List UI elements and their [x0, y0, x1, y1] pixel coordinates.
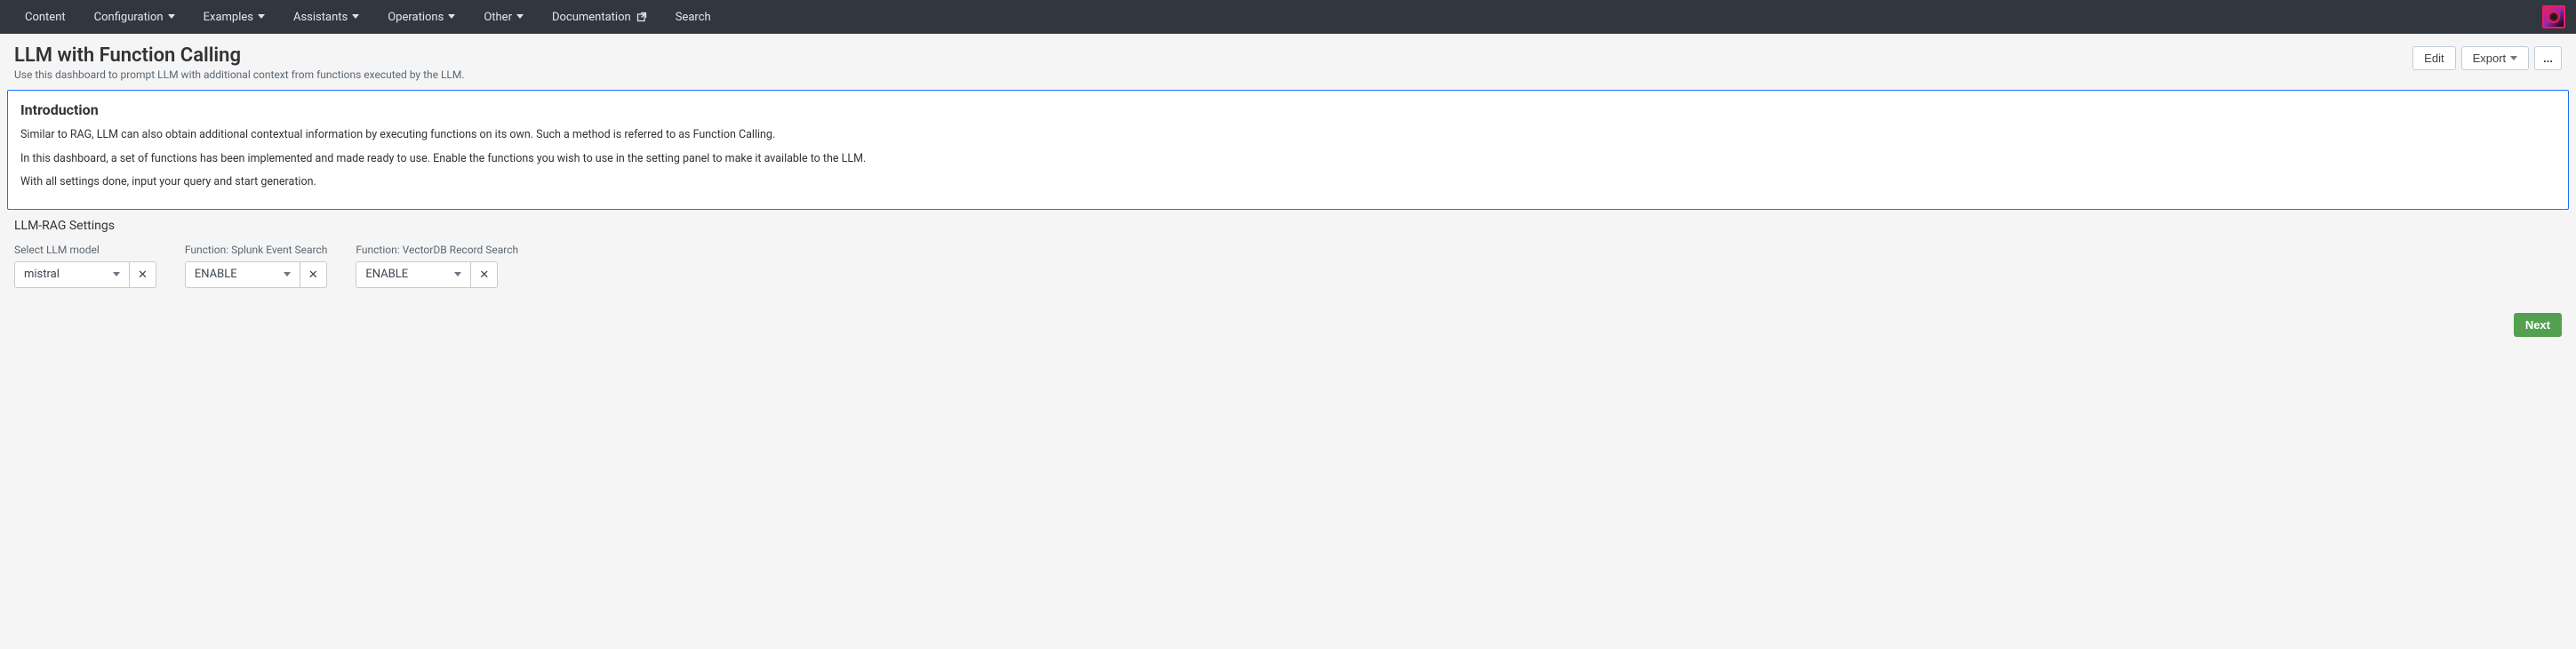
- control-label: Function: Splunk Event Search: [185, 244, 327, 256]
- settings-title: LLM-RAG Settings: [14, 219, 2562, 233]
- nav-label: Examples: [204, 11, 253, 24]
- header-left: LLM with Function Calling Use this dashb…: [14, 44, 2412, 81]
- nav-item-documentation[interactable]: Documentation: [538, 0, 661, 34]
- page-header: LLM with Function Calling Use this dashb…: [0, 34, 2576, 90]
- chevron-down-icon: [113, 272, 120, 277]
- nav-item-other[interactable]: Other: [469, 0, 538, 34]
- nav-items: Content Configuration Examples Assistant…: [11, 0, 725, 34]
- dropdown-value: ENABLE: [195, 268, 237, 281]
- nav-label: Documentation: [552, 11, 631, 24]
- control-label: Select LLM model: [14, 244, 156, 256]
- header-actions: Edit Export ...: [2412, 46, 2562, 70]
- dropdown-combo: ENABLE ✕: [185, 261, 327, 288]
- button-label: Edit: [2424, 52, 2444, 65]
- nav-label: Content: [25, 11, 66, 24]
- dropdown-combo: ENABLE ✕: [356, 261, 518, 288]
- settings-section: LLM-RAG Settings Select LLM model mistra…: [0, 210, 2576, 295]
- chevron-down-icon: [258, 14, 265, 20]
- chevron-down-icon: [284, 272, 291, 277]
- control-function-vectordb-record-search: Function: VectorDB Record Search ENABLE …: [356, 244, 518, 288]
- nav-label: Configuration: [94, 11, 164, 24]
- intro-title: Introduction: [20, 101, 2556, 118]
- clear-button[interactable]: ✕: [130, 261, 156, 288]
- nav-item-assistants[interactable]: Assistants: [279, 0, 373, 34]
- dropdown-combo: mistral ✕: [14, 261, 156, 288]
- avatar-image: [2548, 11, 2560, 23]
- chevron-down-icon: [516, 14, 524, 20]
- splunk-event-search-dropdown[interactable]: ENABLE: [185, 261, 300, 288]
- clear-button[interactable]: ✕: [300, 261, 327, 288]
- intro-card: Introduction Similar to RAG, LLM can als…: [7, 90, 2569, 210]
- export-button[interactable]: Export: [2461, 46, 2530, 70]
- close-icon: ✕: [479, 268, 489, 281]
- nav-label: Assistants: [293, 11, 348, 24]
- nav-label: Search: [676, 11, 711, 24]
- more-button[interactable]: ...: [2534, 46, 2562, 70]
- vectordb-record-search-dropdown[interactable]: ENABLE: [356, 261, 471, 288]
- button-label: ...: [2543, 52, 2553, 65]
- control-select-llm-model: Select LLM model mistral ✕: [14, 244, 156, 288]
- page-title: LLM with Function Calling: [14, 44, 2412, 67]
- intro-paragraph: In this dashboard, a set of functions ha…: [20, 149, 2556, 170]
- nav-item-configuration[interactable]: Configuration: [80, 0, 189, 34]
- nav-item-examples[interactable]: Examples: [189, 0, 279, 34]
- button-label: Export: [2473, 52, 2507, 65]
- edit-button[interactable]: Edit: [2412, 46, 2455, 70]
- dropdown-value: ENABLE: [365, 268, 408, 281]
- controls-row: Select LLM model mistral ✕ Function: Spl…: [14, 244, 2562, 288]
- top-nav: Content Configuration Examples Assistant…: [0, 0, 2576, 34]
- dropdown-value: mistral: [24, 268, 60, 281]
- intro-paragraph: Similar to RAG, LLM can also obtain addi…: [20, 125, 2556, 146]
- intro-paragraph: With all settings done, input your query…: [20, 172, 2556, 193]
- clear-button[interactable]: ✕: [471, 261, 498, 288]
- nav-label: Other: [484, 11, 512, 24]
- chevron-down-icon: [352, 14, 359, 20]
- nav-label: Operations: [388, 11, 444, 24]
- nav-item-operations[interactable]: Operations: [373, 0, 469, 34]
- chevron-down-icon: [454, 272, 461, 277]
- page-subtitle: Use this dashboard to prompt LLM with ad…: [14, 68, 2412, 81]
- footer-actions: Next: [0, 295, 2576, 346]
- control-function-splunk-event-search: Function: Splunk Event Search ENABLE ✕: [185, 244, 327, 288]
- external-link-icon: [636, 12, 647, 22]
- llm-model-dropdown[interactable]: mistral: [14, 261, 130, 288]
- chevron-down-icon: [2510, 56, 2517, 61]
- next-button[interactable]: Next: [2514, 313, 2562, 337]
- avatar[interactable]: [2542, 5, 2565, 28]
- chevron-down-icon: [168, 14, 175, 20]
- button-label: Next: [2525, 318, 2550, 332]
- control-label: Function: VectorDB Record Search: [356, 244, 518, 256]
- nav-item-search[interactable]: Search: [661, 0, 725, 34]
- close-icon: ✕: [138, 268, 148, 281]
- chevron-down-icon: [448, 14, 455, 20]
- close-icon: ✕: [308, 268, 318, 281]
- nav-item-content[interactable]: Content: [11, 0, 80, 34]
